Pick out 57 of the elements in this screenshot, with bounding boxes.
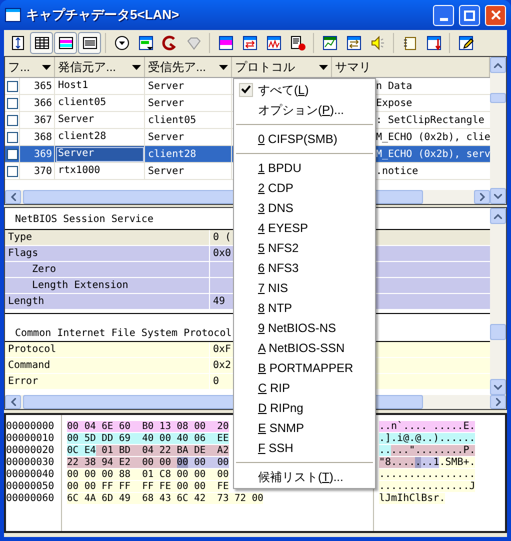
field-name: Type: [5, 230, 210, 245]
hex-bytes: 00 00 00 88 01 C8 00 00 00: [67, 469, 229, 481]
menu-item-label: 7 NIS: [258, 280, 288, 297]
field-name: Command: [5, 358, 210, 373]
hex-offset: 00000040: [6, 469, 54, 481]
hex-offset: 00000000: [6, 421, 54, 433]
hex-offset: 00000010: [6, 433, 54, 445]
hex-bytes: 0C E4 01 BD 04 22 BA DE A2: [67, 445, 229, 457]
menu-item-label: 4 EYESP: [258, 220, 308, 237]
menu-item-label: C RIP: [258, 380, 290, 397]
menu-item-label: 5 NFS2: [258, 240, 299, 257]
menu-item-label: B PORTMAPPER: [258, 360, 354, 377]
hex-bytes: 6C 4A 6D 49 68 43 6C 42 73 72 00: [67, 493, 264, 505]
menu-item-label: 9 NetBIOS-NS: [258, 320, 336, 337]
hex-offset: 00000020: [6, 445, 54, 457]
hex-offset: 00000050: [6, 481, 54, 493]
ascii-text: lJmIhClBsr.: [379, 493, 446, 505]
field-value: 0x2: [212, 359, 232, 373]
field-value: 0xF: [212, 343, 232, 357]
ascii-text: ..n`.... .....E.: [379, 421, 476, 433]
field-name: Length Extension: [5, 278, 210, 293]
field-name: Flags: [5, 246, 210, 261]
ascii-text: ....."........P.: [379, 445, 476, 457]
menu-item-label: D RIPng: [258, 400, 304, 417]
field-name: Protocol: [5, 342, 210, 357]
ascii-text: "8.......1.SMB+.: [379, 457, 476, 469]
field-value: 0: [212, 375, 220, 389]
hex-bytes: 00 04 6E 60 B0 13 08 00 20: [67, 421, 229, 433]
field-value: 0x0: [212, 247, 232, 261]
menu-item-label: 候補リスト(T)...: [258, 469, 344, 486]
menu-item-label: 6 NFS3: [258, 260, 299, 277]
menu-item-label: F SSH: [258, 440, 294, 457]
hex-bytes: 00 5D DD 69 40 00 40 06 EE: [67, 433, 229, 445]
ascii-text: .].i@.@..)......: [379, 433, 476, 445]
field-value: 49: [212, 295, 226, 309]
table-cell: Server: [145, 163, 232, 180]
menu-item-label: A NetBIOS-SSN: [258, 340, 345, 357]
field-name: Error: [5, 374, 210, 389]
menu-item-label: 8 NTP: [258, 300, 292, 317]
ascii-text: ...............J: [379, 481, 476, 493]
hex-bytes: 22 38 94 E2 00 00 00 00 00: [67, 457, 229, 469]
table-cell: rtx1000: [55, 163, 145, 180]
hex-bytes: 00 00 FF FF FF FE 00 00 FE: [67, 481, 229, 493]
table-cell: 370: [20, 163, 55, 180]
ascii-text: ................: [379, 469, 476, 481]
menu-item-label: すべて(L): [258, 82, 309, 99]
hex-offset: 00000060: [6, 493, 54, 505]
field-name: Length: [5, 294, 210, 309]
menu-item-label: 2 CDP: [258, 180, 294, 197]
menu-item-label: 1 BPDU: [258, 160, 302, 177]
table-cell: Server: [55, 146, 145, 163]
hex-offset: 00000030: [6, 457, 54, 469]
window-title: キャプチャデータ5<LAN>: [26, 6, 180, 24]
menu-item-label: E SNMP: [258, 420, 304, 437]
field-value: 0 (: [212, 231, 232, 245]
field-name: Zero: [5, 262, 210, 277]
menu-item-label: 3 DNS: [258, 200, 294, 217]
